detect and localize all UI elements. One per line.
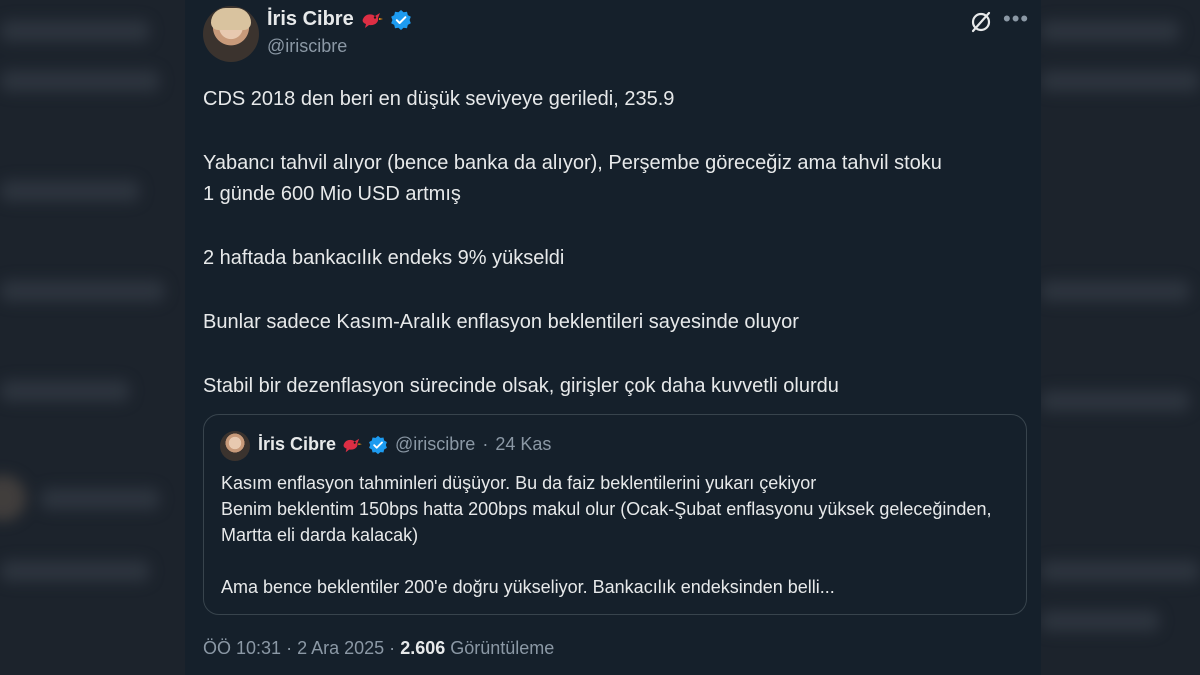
red-bird-icon [343,438,362,452]
tweet-date[interactable]: 2 Ara 2025 [297,638,384,658]
author-name-row: İris Cibre [267,8,412,31]
tweet-paragraph: Yabancı tahvil alıyor (bence banka da al… [203,152,942,205]
author-name[interactable]: İris Cibre [267,8,354,31]
quoted-header: İris Cibre @iriscibre · 24 Kas [258,434,551,455]
tweet-paragraph: CDS 2018 den beri en düşük seviyeye geri… [203,88,675,110]
more-options-icon[interactable]: ••• [1003,8,1031,34]
quoted-avatar [220,431,250,461]
quoted-line: Kasım enflasyon tahminleri düşüyor. Bu d… [221,473,817,493]
tweet-text: CDS 2018 den beri en düşük seviyeye geri… [203,84,1023,402]
verified-badge-icon [390,9,411,30]
author-handle[interactable]: @iriscibre [267,36,347,57]
verified-badge-icon [369,435,387,454]
tweet-paragraph: Bunlar sadece Kasım-Aralık enflasyon bek… [203,311,799,333]
separator-dot: · [389,638,396,658]
separator-dot: · [286,638,293,658]
tweet-card: İris Cibre @iriscibre ••• CDS 2018 den b… [185,0,1041,675]
quoted-handle: @iriscibre [395,434,476,454]
views-label: Görüntüleme [450,638,555,658]
tweet-footer: ÖÖ 10:31 · 2 Ara 2025 · 2.606 Görüntülem… [203,638,554,659]
views-count[interactable]: 2.606 [400,638,445,658]
quoted-line: Ama bence beklentiler 200'e doğru yüksel… [221,577,835,597]
quoted-author-name: İris Cibre [258,434,337,454]
quoted-tweet[interactable]: İris Cibre @iriscibre · 24 Kas Kasım enf… [203,414,1027,615]
avatar[interactable] [203,6,259,62]
tweet-paragraph: 2 haftada bankacılık endeks 9% yükseldi [203,247,565,269]
quoted-line: Benim beklentim 150bps hatta 200bps maku… [221,499,992,545]
tweet-paragraph: Stabil bir dezenflasyon sürecinde olsak,… [203,375,839,397]
grok-icon[interactable] [969,10,993,34]
separator-dot: · [482,434,489,454]
quoted-date: 24 Kas [495,434,552,454]
tweet-time[interactable]: ÖÖ 10:31 [203,638,281,658]
red-bird-icon [362,12,383,28]
quoted-text: Kasım enflasyon tahminleri düşüyor. Bu d… [221,470,1011,600]
